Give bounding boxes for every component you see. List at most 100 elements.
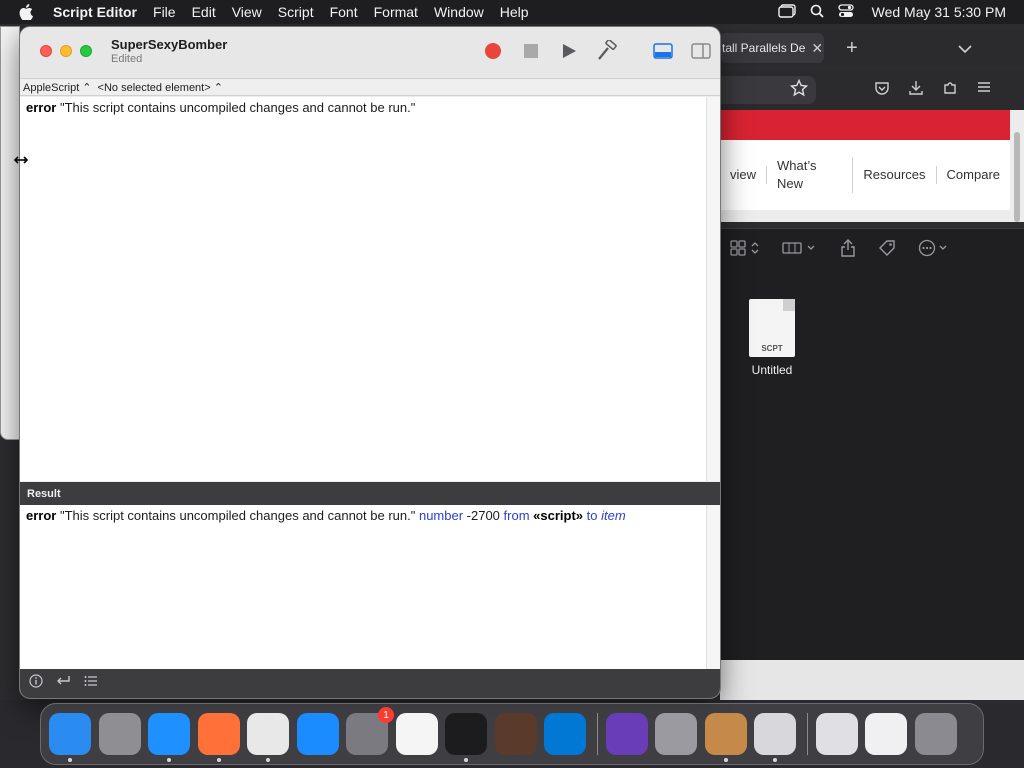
menu-file[interactable]: File [145, 0, 184, 24]
sidebar-toggle-icon[interactable] [690, 40, 712, 62]
document-status: Edited [111, 53, 143, 65]
nav-link-view[interactable]: view [720, 166, 768, 184]
menu-font[interactable]: Font [322, 0, 366, 24]
menu-format[interactable]: Format [366, 0, 426, 24]
script-file-icon: SCPT [749, 299, 795, 357]
grid-view-icon[interactable] [730, 240, 760, 260]
window-icon[interactable] [777, 3, 796, 21]
group-view-icon[interactable] [782, 240, 818, 260]
compile-hammer-icon[interactable] [596, 40, 618, 62]
search-icon[interactable] [810, 4, 824, 21]
record-button[interactable] [482, 40, 504, 62]
share-icon[interactable] [840, 239, 856, 261]
background-window-edge [0, 26, 20, 440]
stop-button[interactable] [520, 40, 542, 62]
safari-tab-bar: tall Parallels De ✕ + [720, 30, 1024, 66]
finder-toolbar [720, 229, 1024, 271]
resize-cursor-icon [13, 152, 29, 168]
finder-window: SCPT Untitled [720, 228, 1024, 660]
close-window-button[interactable] [40, 45, 52, 57]
result-scrollbar[interactable] [706, 505, 720, 669]
chevron-down-icon[interactable] [958, 40, 972, 56]
dock-script-editor-icon[interactable] [754, 713, 796, 762]
menu-view[interactable]: View [224, 0, 270, 24]
reply-icon[interactable] [55, 674, 71, 693]
result-to-label: to [586, 508, 598, 523]
dock-visual-studio-code-icon[interactable] [544, 713, 586, 755]
result-number-label: number [418, 508, 464, 523]
running-indicator [167, 758, 171, 762]
dock-firefox-icon[interactable] [197, 713, 240, 762]
close-icon[interactable]: ✕ [811, 40, 823, 57]
webpage-banner [720, 110, 1010, 140]
dock: 1 [40, 703, 984, 765]
menu-script[interactable]: Script [270, 0, 322, 24]
result-text[interactable]: error "This script contains uncompiled c… [20, 505, 706, 669]
safari-tab[interactable]: tall Parallels De ✕ [720, 33, 824, 63]
hamburger-menu-icon[interactable] [976, 80, 992, 101]
dock-app-store-icon[interactable] [296, 713, 339, 755]
dock-trash-icon[interactable] [914, 713, 957, 755]
dock-visual-studio-icon[interactable] [605, 713, 648, 755]
window-titlebar[interactable]: SuperSexyBomber Edited [20, 27, 720, 79]
extensions-icon[interactable] [942, 80, 958, 101]
dock-textedit-icon[interactable] [395, 713, 438, 755]
language-popup[interactable]: AppleScript ⌃ [23, 81, 92, 94]
apple-menu-icon[interactable] [17, 4, 35, 20]
menu-edit[interactable]: Edit [184, 0, 224, 24]
dock-separator [596, 713, 598, 755]
dock-document-stack-icon[interactable] [815, 713, 858, 755]
document-title: SuperSexyBomber [111, 37, 228, 52]
nav-link-whats-new[interactable]: What’s New [767, 157, 854, 193]
result-number-value: -2700 [463, 508, 504, 523]
dock-system-settings-icon[interactable]: 1 [346, 707, 394, 755]
run-button[interactable] [558, 40, 580, 62]
editor-keyword-error: error [26, 100, 57, 115]
menu-help[interactable]: Help [492, 0, 537, 24]
dock-finder-icon[interactable] [49, 713, 91, 762]
editor-footer [20, 669, 720, 698]
download-icon[interactable] [908, 80, 924, 101]
bookmark-star-icon[interactable] [789, 78, 809, 102]
menu-status-area: Wed May 31 5:30 PM [777, 0, 1024, 24]
bottom-panel-toggle-icon[interactable] [652, 40, 674, 62]
pocket-icon[interactable] [874, 80, 890, 101]
dock-garageband-icon[interactable] [494, 713, 537, 755]
dock-launchpad-icon[interactable] [98, 713, 141, 755]
zoom-window-button[interactable] [80, 45, 92, 57]
running-indicator [464, 758, 468, 762]
safari-toolbar [720, 70, 1024, 110]
menu-window[interactable]: Window [426, 0, 492, 24]
menu-bar: Script Editor File Edit View Script Font… [0, 0, 1024, 24]
webpage-scrollbar[interactable] [1014, 132, 1020, 222]
info-icon[interactable] [29, 674, 43, 693]
editor-scrollbar[interactable] [706, 97, 720, 481]
script-editor-text[interactable]: error "This script contains uncompiled c… [20, 97, 706, 481]
tag-icon[interactable] [878, 239, 896, 261]
menu-app-name[interactable]: Script Editor [45, 0, 145, 24]
dock-chrome-icon[interactable] [247, 713, 289, 762]
element-popup[interactable]: <No selected element> ⌃ [98, 81, 223, 94]
notification-badge: 1 [378, 707, 394, 723]
result-keyword-error: error [26, 508, 57, 523]
nav-link-resources[interactable]: Resources [853, 166, 937, 184]
control-center-icon[interactable] [837, 3, 854, 21]
file-name: Untitled [751, 363, 793, 377]
file-item-untitled[interactable]: SCPT Untitled [742, 299, 802, 377]
nav-link-compare[interactable]: Compare [937, 166, 1010, 184]
minimize-window-button[interactable] [60, 45, 72, 57]
script-toolbar [482, 40, 712, 62]
menu-clock[interactable]: Wed May 31 5:30 PM [872, 4, 1006, 20]
address-field[interactable] [720, 76, 816, 104]
dock-installer-icon[interactable] [704, 713, 747, 762]
dock-safari-icon[interactable] [148, 713, 190, 762]
dock-downloads-stack-icon[interactable] [865, 713, 907, 755]
more-actions-icon[interactable] [918, 239, 950, 261]
result-script-token: «script» [533, 508, 584, 523]
webpage-content: view What’s New Resources Compare [720, 110, 1024, 222]
safari-tab-title: tall Parallels De [722, 41, 806, 55]
dock-terminal-icon[interactable] [445, 713, 487, 762]
dock-boot-camp-icon[interactable] [655, 713, 697, 755]
list-icon[interactable] [83, 674, 99, 693]
new-tab-icon[interactable]: + [846, 37, 858, 60]
